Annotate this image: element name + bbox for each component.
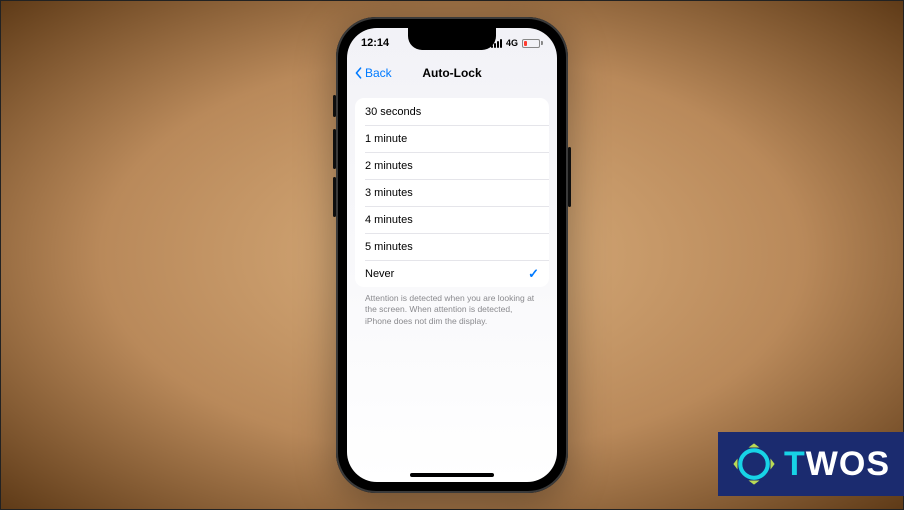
autolock-option-4-minutes[interactable]: 4 minutes xyxy=(355,206,549,233)
twos-logo-icon xyxy=(732,442,776,486)
autolock-option-1-minute[interactable]: 1 minute xyxy=(355,125,549,152)
option-label: Never xyxy=(365,268,394,280)
checkmark-icon: ✓ xyxy=(528,266,539,282)
autolock-options-list: 30 seconds 1 minute 2 minutes 3 minutes … xyxy=(355,98,549,287)
twos-text-t: T xyxy=(784,445,806,483)
twos-text-rest: WOS xyxy=(806,445,890,483)
battery-icon xyxy=(522,39,543,48)
phone-screen: 12:14 4G Ba xyxy=(347,28,557,482)
content-area: 30 seconds 1 minute 2 minutes 3 minutes … xyxy=(347,88,557,327)
twos-logo-text: TWOS xyxy=(784,445,890,484)
home-indicator[interactable] xyxy=(410,473,494,477)
autolock-option-2-minutes[interactable]: 2 minutes xyxy=(355,152,549,179)
option-label: 2 minutes xyxy=(365,160,413,172)
option-label: 1 minute xyxy=(365,133,407,145)
option-label: 3 minutes xyxy=(365,187,413,199)
back-label: Back xyxy=(365,66,392,80)
phone-side-button xyxy=(568,147,571,207)
nav-bar: Back Auto-Lock xyxy=(347,58,557,88)
phone-side-button xyxy=(333,129,336,169)
option-label: 4 minutes xyxy=(365,214,413,226)
autolock-option-never[interactable]: Never ✓ xyxy=(355,260,549,287)
phone-side-button xyxy=(333,177,336,217)
autolock-option-3-minutes[interactable]: 3 minutes xyxy=(355,179,549,206)
autolock-option-30-seconds[interactable]: 30 seconds xyxy=(355,98,549,125)
phone-side-button xyxy=(333,95,336,117)
option-label: 30 seconds xyxy=(365,106,421,118)
back-button[interactable]: Back xyxy=(355,66,392,80)
autolock-option-5-minutes[interactable]: 5 minutes xyxy=(355,233,549,260)
network-type-label: 4G xyxy=(506,38,518,48)
twos-badge: TWOS xyxy=(718,432,904,496)
phone-frame: 12:14 4G Ba xyxy=(336,17,568,493)
phone-notch xyxy=(408,28,496,50)
option-label: 5 minutes xyxy=(365,241,413,253)
stage: 12:14 4G Ba xyxy=(0,0,904,510)
autolock-footer-note: Attention is detected when you are looki… xyxy=(355,287,549,327)
status-time: 12:14 xyxy=(361,37,389,49)
chevron-left-icon xyxy=(355,67,362,79)
